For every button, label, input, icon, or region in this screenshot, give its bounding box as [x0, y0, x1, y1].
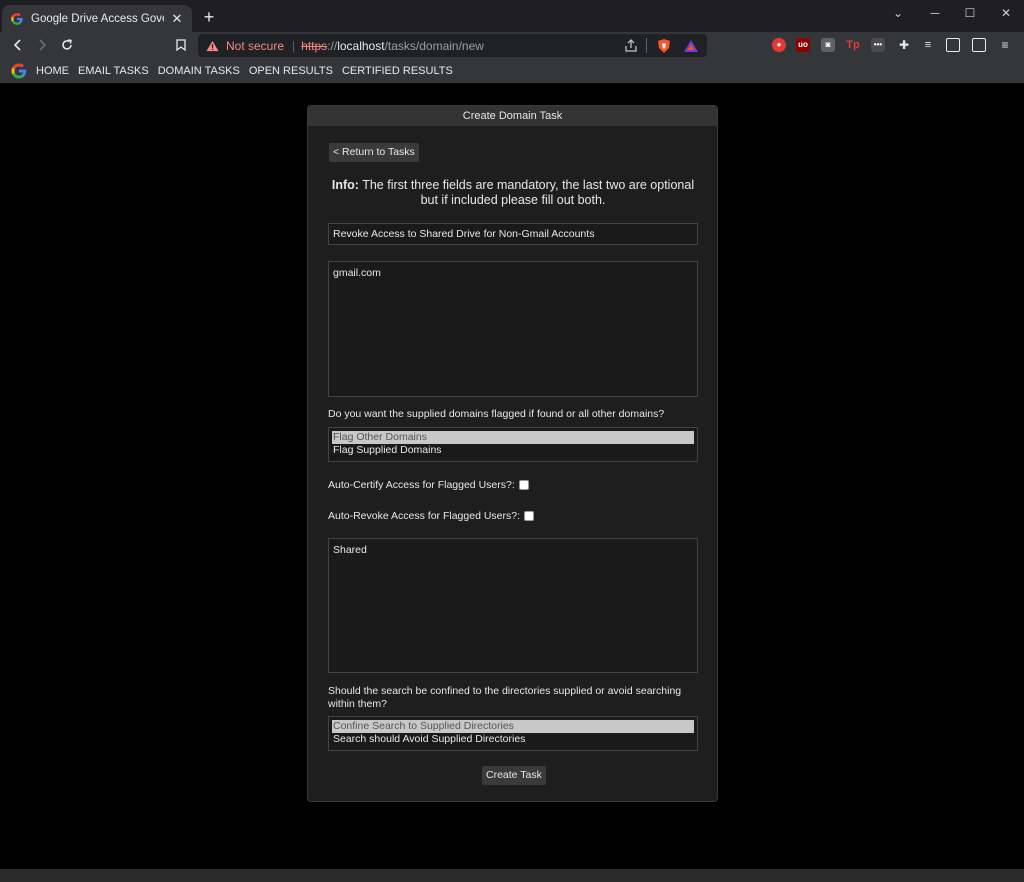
browser-window: Google Drive Access Governance ✕ + ⌄ ─ ☐…: [0, 0, 1024, 882]
tab-strip: Google Drive Access Governance ✕ + ⌄ ─ ☐…: [0, 0, 1024, 32]
extension-ublock-icon[interactable]: uo: [796, 38, 810, 52]
return-to-tasks-button[interactable]: < Return to Tasks: [329, 143, 419, 162]
media-queue-icon[interactable]: ≡: [921, 38, 935, 52]
nav-domain-tasks-link[interactable]: DOMAIN TASKS: [158, 65, 240, 77]
info-message: The first three fields are mandatory, th…: [358, 178, 695, 207]
extension-tp-icon[interactable]: Tp: [846, 38, 860, 52]
extension-more-icon[interactable]: •••: [871, 38, 885, 52]
nav-home-link[interactable]: HOME: [36, 65, 69, 77]
forward-arrow-icon[interactable]: [32, 36, 52, 56]
search-option-confine[interactable]: Confine Search to Supplied Directories: [332, 720, 694, 733]
address-bar[interactable]: Not secure | https :// localhost /tasks/…: [198, 34, 707, 57]
wallet-icon[interactable]: [972, 38, 986, 52]
extension-camera-icon[interactable]: ◙: [821, 38, 835, 52]
flag-domains-select[interactable]: Flag Other Domains Flag Supplied Domains: [328, 427, 698, 462]
not-secure-label[interactable]: Not secure: [226, 39, 284, 53]
tab-close-icon[interactable]: ✕: [170, 11, 184, 27]
info-label: Info:: [331, 178, 359, 192]
page-content: Create Domain Task < Return to Tasks Inf…: [0, 83, 1024, 869]
domains-textarea[interactable]: gmail.com: [328, 261, 698, 397]
card-header: Create Domain Task: [308, 106, 717, 126]
google-logo-icon[interactable]: [10, 62, 28, 80]
toolbar: Not secure | https :// localhost /tasks/…: [0, 32, 1024, 59]
flag-option-other-domains[interactable]: Flag Other Domains: [332, 431, 694, 444]
menu-icon[interactable]: ≡: [998, 38, 1012, 52]
nav-certified-results-link[interactable]: CERTIFIED RESULTS: [342, 65, 453, 77]
brave-rewards-icon[interactable]: [683, 38, 699, 54]
bookmarks-bar: HOME EMAIL TASKS DOMAIN TASKS OPEN RESUL…: [0, 59, 1024, 83]
address-divider: |: [292, 38, 296, 53]
brave-shields-icon[interactable]: [656, 38, 672, 54]
tab-title: Google Drive Access Governance: [31, 12, 164, 25]
auto-certify-row: Auto-Certify Access for Flagged Users?:: [328, 479, 529, 492]
create-task-button[interactable]: Create Task: [482, 766, 546, 785]
auto-revoke-row: Auto-Revoke Access for Flagged Users?:: [328, 510, 535, 523]
sidebar-icon[interactable]: [946, 38, 960, 52]
warning-icon: [206, 40, 219, 51]
flag-domains-question: Do you want the supplied domains flagged…: [328, 408, 665, 420]
maximize-button[interactable]: ☐: [955, 4, 985, 22]
extensions-puzzle-icon[interactable]: ✚: [897, 38, 911, 52]
auto-certify-label: Auto-Certify Access for Flagged Users?:: [328, 479, 515, 491]
flag-option-supplied-domains[interactable]: Flag Supplied Domains: [332, 444, 694, 457]
extension-stop-icon[interactable]: ●: [772, 38, 786, 52]
url-path: /tasks/domain/new: [384, 38, 484, 53]
tab-search-chevron-icon[interactable]: ⌄: [883, 4, 913, 22]
task-name-input[interactable]: Revoke Access to Shared Drive for Non-Gm…: [328, 223, 698, 245]
share-icon[interactable]: [623, 38, 639, 54]
reload-icon[interactable]: [57, 36, 77, 56]
minimize-button[interactable]: ─: [920, 4, 950, 22]
bookmark-icon[interactable]: [171, 36, 191, 56]
info-text: Info: The first three fields are mandato…: [326, 178, 700, 208]
nav-email-tasks-link[interactable]: EMAIL TASKS: [78, 65, 149, 77]
search-option-avoid[interactable]: Search should Avoid Supplied Directories: [332, 733, 694, 746]
omnibox-divider: [646, 38, 647, 53]
auto-revoke-label: Auto-Revoke Access for Flagged Users?:: [328, 510, 521, 522]
tab-google-drive-access-governance[interactable]: Google Drive Access Governance ✕: [2, 5, 192, 32]
create-domain-task-card: Create Domain Task < Return to Tasks Inf…: [307, 105, 718, 802]
url-scheme: https: [301, 38, 328, 53]
google-favicon-icon: [11, 12, 23, 25]
search-scope-question: Should the search be confined to the dir…: [328, 685, 682, 710]
search-scope-select[interactable]: Confine Search to Supplied Directories S…: [328, 716, 698, 751]
new-tab-button[interactable]: +: [200, 8, 218, 26]
back-arrow-icon[interactable]: [8, 36, 28, 56]
auto-certify-checkbox[interactable]: [518, 480, 529, 491]
auto-revoke-checkbox[interactable]: [524, 511, 535, 522]
url-separator: ://: [327, 38, 338, 53]
window-close-button[interactable]: ✕: [991, 4, 1021, 22]
bottom-scrollbar[interactable]: [0, 869, 1024, 882]
nav-open-results-link[interactable]: OPEN RESULTS: [249, 65, 333, 77]
directories-textarea[interactable]: Shared: [328, 538, 698, 673]
url-host: localhost: [337, 38, 385, 53]
